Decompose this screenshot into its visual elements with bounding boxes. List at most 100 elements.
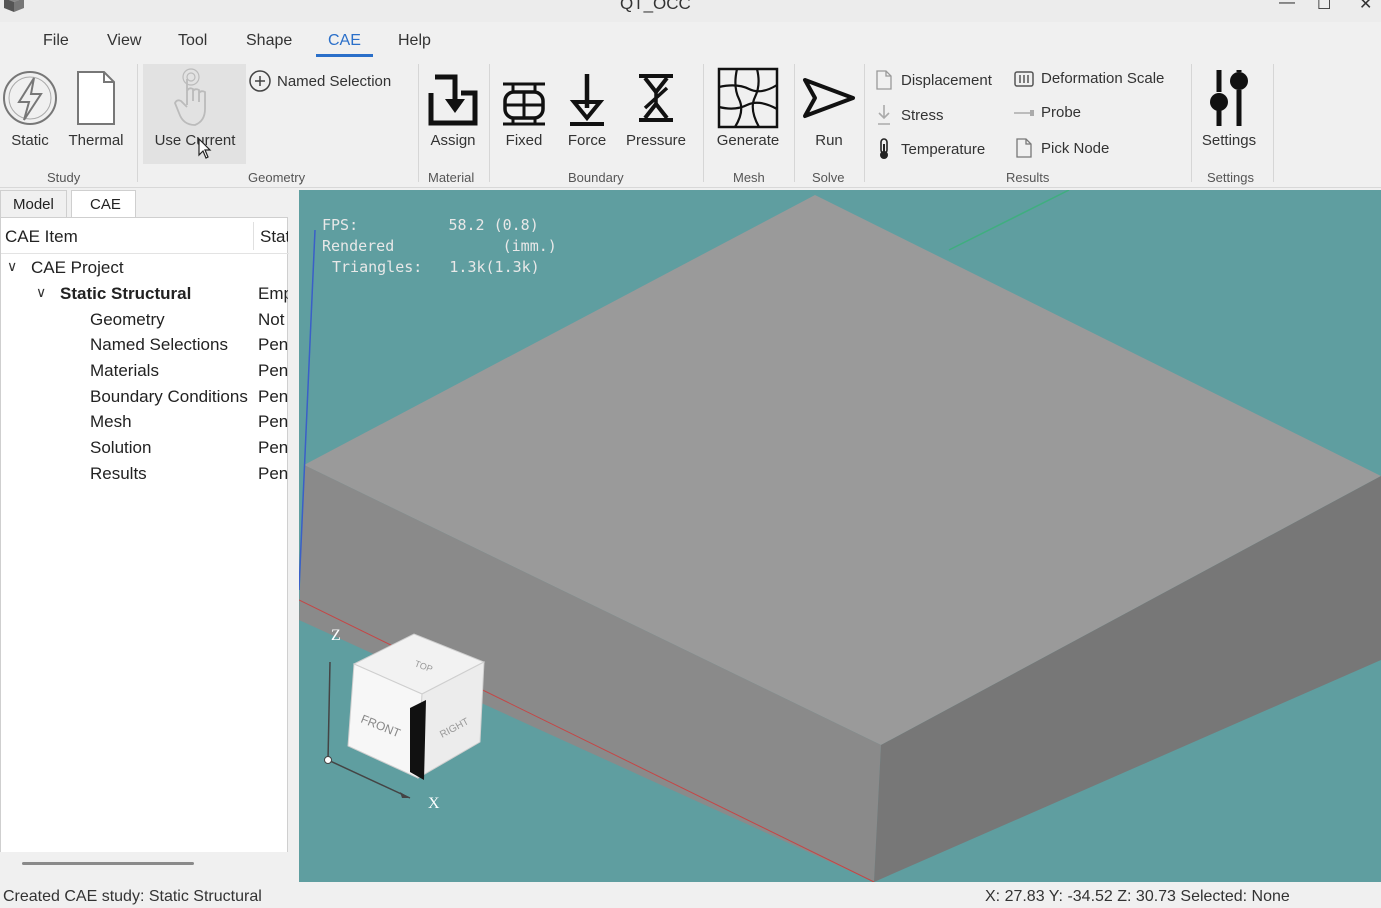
deformation-scale-button[interactable]: Deformation Scale [1013, 70, 1164, 87]
group-label-results: Results [1006, 170, 1050, 185]
pick-node-label: Pick Node [1041, 139, 1110, 157]
tree-item-status: Pending [258, 412, 288, 431]
tree-item-label: Named Selections [90, 335, 228, 354]
group-label-solve: Solve [812, 170, 845, 185]
tree-item-status: Pending [258, 387, 288, 406]
app-logo-icon [4, 0, 24, 12]
column-header-item[interactable]: CAE Item [5, 227, 78, 247]
fps-label: FPS: [322, 216, 359, 234]
ribbon-separator [1273, 64, 1274, 182]
tree-item-named-selections[interactable]: Named Selections Pending [1, 333, 289, 359]
fixed-label: Fixed [505, 132, 543, 149]
ribbon-separator [1191, 64, 1192, 182]
tree-item-cae-project[interactable]: ∨ CAE Project [1, 256, 289, 282]
tab-cae[interactable]: CAE [71, 190, 136, 217]
tree-item-label: Boundary Conditions [90, 387, 248, 406]
rendered-value: (imm.) [502, 237, 557, 255]
sliders-icon [1210, 70, 1248, 126]
ribbon-separator [137, 64, 138, 182]
tree-item-label: Mesh [90, 412, 132, 431]
scrollbar-thumb[interactable] [22, 862, 194, 865]
minimize-button[interactable]: — [1279, 0, 1295, 12]
hand-pointer-icon [174, 68, 206, 126]
cae-tree-panel: CAE Item Status ∨ CAE Project ∨ Static S… [0, 217, 289, 882]
column-header-status[interactable]: Status [260, 227, 288, 247]
tab-model[interactable]: Model [0, 190, 67, 217]
axis-z-label: Z [331, 627, 341, 644]
view-cube[interactable]: TOP FRONT RIGHT [314, 622, 534, 822]
run-button[interactable]: Run [799, 66, 859, 149]
render-stats: Rendered (imm.) [322, 237, 557, 255]
force-button[interactable]: Force [557, 66, 617, 149]
tree-item-solution[interactable]: Solution Pending [1, 436, 289, 462]
probe-button[interactable]: Probe [1013, 104, 1081, 121]
tree-item-results[interactable]: Results Pending [1, 462, 289, 488]
tree-item-boundary-conditions[interactable]: Boundary Conditions Pending [1, 385, 289, 411]
tree-item-label: Static Structural [60, 284, 192, 303]
tree-item-label: Solution [90, 438, 152, 457]
menu-tool[interactable]: Tool [178, 32, 207, 56]
thermal-button[interactable]: Thermal [66, 66, 126, 149]
maximize-button[interactable]: ☐ [1317, 0, 1331, 14]
axis-origin [324, 756, 332, 764]
group-label-study: Study [47, 170, 81, 185]
deformation-scale-label: Deformation Scale [1041, 70, 1165, 87]
menu-shape[interactable]: Shape [246, 32, 292, 56]
group-label-mesh: Mesh [733, 170, 765, 185]
tree-item-mesh[interactable]: Mesh Pending [1, 410, 289, 436]
ribbon-separator [489, 64, 490, 182]
temperature-button[interactable]: Temperature [873, 138, 985, 160]
tree-item-status: Pending [258, 335, 288, 354]
menu-bar: File View Tool Shape CAE Help [0, 24, 1381, 60]
chevron-down-icon[interactable]: ∨ [7, 258, 17, 275]
displacement-button[interactable]: Displacement [873, 70, 992, 90]
window-title: QT_OCC [620, 0, 691, 13]
fixed-button[interactable]: Fixed [494, 66, 554, 149]
close-button[interactable]: ✕ [1359, 0, 1372, 14]
tree-item-status: Pending [258, 464, 288, 483]
3d-viewport[interactable]: FPS: 58.2 (0.8) Rendered (imm.) Triangle… [299, 190, 1381, 882]
force-label: Force [567, 132, 607, 149]
tree-item-label: Results [90, 464, 147, 483]
static-button[interactable]: Static [0, 66, 60, 149]
named-selection-button[interactable]: Named Selection [249, 70, 391, 92]
pressure-button[interactable]: Pressure [626, 66, 686, 149]
use-current-button[interactable]: Use Current [147, 66, 243, 149]
chevron-down-icon[interactable]: ∨ [36, 284, 46, 301]
ribbon-toolbar: Static Thermal Study Use Current Named S… [0, 60, 1381, 188]
tree-item-materials[interactable]: Materials Pending [1, 359, 289, 385]
thermal-label: Thermal [68, 132, 124, 149]
triangles-label: Triangles: [332, 258, 423, 276]
menu-view[interactable]: View [107, 32, 141, 56]
menu-cae[interactable]: CAE [316, 32, 373, 57]
tree-header: CAE Item Status [1, 218, 289, 254]
arrow-down-icon [569, 74, 605, 126]
group-label-geometry: Geometry [248, 170, 306, 185]
y-axis-line [948, 190, 1070, 251]
tree-item-status: Pending [258, 361, 288, 380]
horizontal-scrollbar[interactable] [0, 852, 288, 882]
cursor-coordinates: X: 27.83 Y: -34.52 Z: 30.73 Selected: No… [985, 888, 1290, 905]
left-panel-tabs: Model CAE [0, 190, 298, 217]
menu-help[interactable]: Help [398, 32, 431, 56]
thermometer-icon [880, 138, 888, 159]
tree-item-geometry[interactable]: Geometry Not [1, 308, 289, 334]
axis-z-line [327, 661, 331, 761]
group-label-boundary: Boundary [568, 170, 624, 185]
settings-button[interactable]: Settings [1199, 66, 1259, 149]
generate-button[interactable]: Generate [710, 66, 786, 149]
ribbon-separator [703, 64, 704, 182]
stress-button[interactable]: Stress [873, 104, 944, 126]
pressure-label: Pressure [626, 132, 687, 149]
settings-label: Settings [1201, 132, 1257, 149]
tree-item-label: Geometry [90, 310, 165, 329]
ribbon-separator [794, 64, 795, 182]
pick-node-button[interactable]: Pick Node [1013, 138, 1109, 158]
tree-item-static-structural[interactable]: ∨ Static Structural Empty [1, 282, 289, 308]
assign-button[interactable]: Assign [423, 66, 483, 149]
document-icon [77, 71, 115, 125]
menu-file[interactable]: File [43, 32, 69, 56]
column-divider[interactable] [253, 222, 254, 250]
ribbon-separator [864, 64, 865, 182]
assign-label: Assign [430, 132, 476, 149]
